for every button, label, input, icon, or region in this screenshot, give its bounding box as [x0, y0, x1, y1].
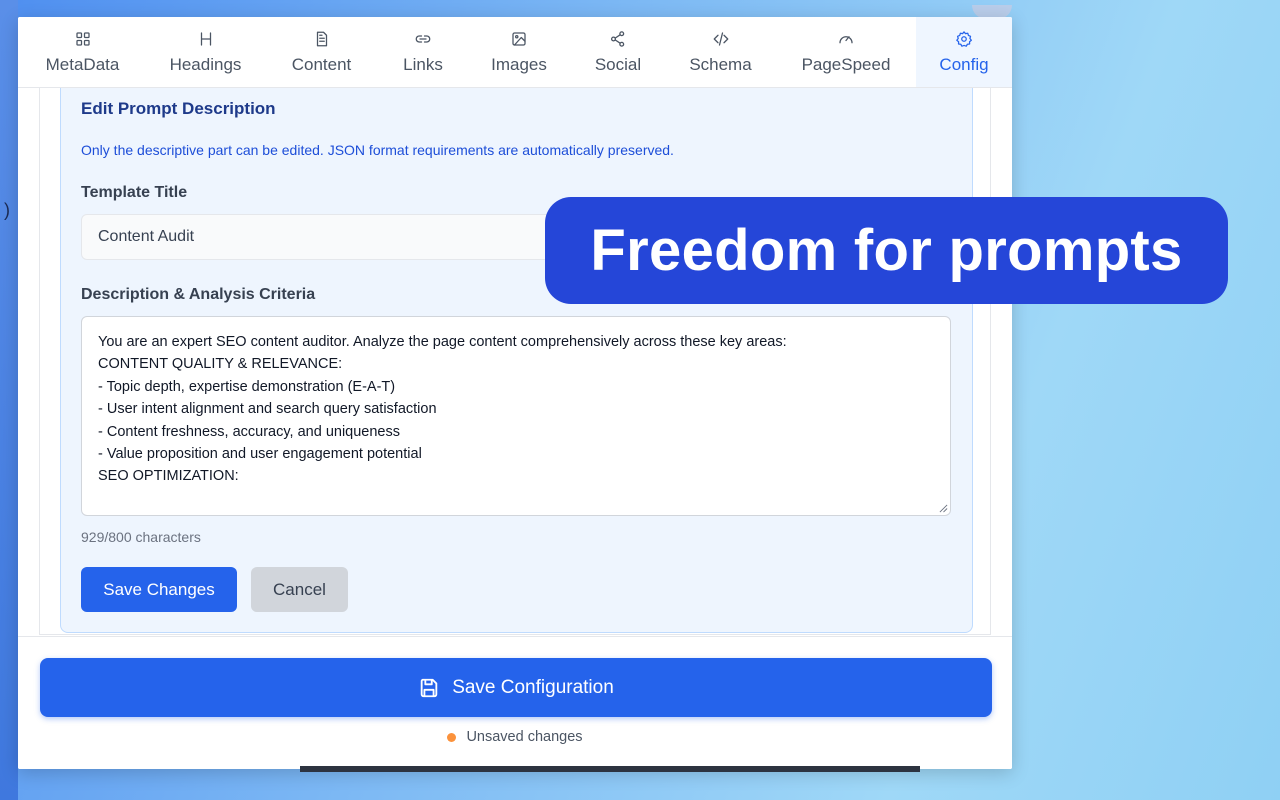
description-line: CONTENT QUALITY & RELEVANCE:	[98, 356, 343, 373]
status-dot-icon	[447, 732, 457, 742]
promo-banner: Freedom for prompts	[545, 197, 1228, 304]
promo-banner-text: Freedom for prompts	[590, 218, 1183, 283]
resize-handle-icon[interactable]	[939, 504, 948, 513]
unsaved-status-text: Unsaved changes	[466, 729, 583, 745]
tab-schema[interactable]: Schema	[665, 17, 776, 87]
save-changes-button[interactable]: Save Changes	[81, 567, 237, 612]
document-icon	[316, 31, 327, 46]
floppy-disk-icon	[420, 678, 438, 697]
description-textarea[interactable]: You are an expert SEO content auditor. A…	[81, 316, 951, 516]
description-label: Description & Analysis Criteria	[81, 286, 316, 303]
save-configuration-label: Save Configuration	[452, 676, 614, 698]
grid-icon	[75, 31, 90, 46]
save-configuration-button[interactable]: Save Configuration	[40, 658, 992, 717]
tab-label: MetaData	[45, 54, 120, 74]
cancel-button[interactable]: Cancel	[251, 567, 348, 612]
tab-label: Links	[403, 54, 443, 74]
gear-icon	[956, 30, 972, 47]
heading-icon	[200, 31, 211, 46]
tab-social[interactable]: Social	[571, 17, 665, 87]
tab-metadata[interactable]: MetaData	[18, 17, 147, 87]
tab-bar: MetaData Headings Content Links Images S…	[18, 17, 1012, 88]
gauge-icon	[839, 35, 853, 43]
config-footer: Save Configuration Unsaved changes	[18, 636, 1012, 769]
tab-links[interactable]: Links	[379, 17, 467, 87]
config-scroll-area[interactable]: Edit Prompt Description Only the descrip…	[18, 88, 1012, 635]
description-line: SEO OPTIMIZATION:	[98, 468, 239, 485]
description-line: - Content freshness, accuracy, and uniqu…	[98, 423, 400, 440]
share-icon	[610, 30, 625, 47]
unsaved-status: Unsaved changes	[18, 729, 1012, 745]
character-count: 929/800 characters	[81, 529, 201, 545]
tab-content[interactable]: Content	[264, 17, 379, 87]
image-icon	[512, 31, 526, 46]
tab-label: Config	[939, 54, 989, 74]
tab-label: PageSpeed	[801, 54, 891, 74]
description-line: - Value proposition and user engagement …	[98, 446, 422, 463]
edit-prompt-title: Edit Prompt Description	[81, 99, 276, 118]
background-window-edge	[300, 766, 920, 772]
tab-label: Schema	[689, 54, 752, 74]
description-line: - Topic depth, expertise demonstration (…	[98, 378, 396, 395]
tab-headings[interactable]: Headings	[147, 17, 264, 87]
tab-label: Headings	[169, 54, 242, 74]
tab-label: Content	[291, 54, 352, 74]
tab-pagespeed[interactable]: PageSpeed	[776, 17, 916, 87]
tab-label: Social	[594, 54, 642, 74]
background-window-strip: )	[0, 0, 18, 800]
background-glyph: )	[4, 200, 10, 220]
seo-extension-panel: MetaData Headings Content Links Images S…	[18, 17, 1012, 769]
description-line: You are an expert SEO content auditor. A…	[98, 334, 787, 350]
edit-prompt-panel: Edit Prompt Description Only the descrip…	[60, 88, 973, 633]
tab-label: Images	[491, 54, 547, 74]
tab-config[interactable]: Config	[916, 17, 1012, 87]
code-icon	[713, 31, 728, 46]
link-icon	[415, 34, 431, 43]
edit-prompt-note: Only the descriptive part can be edited.…	[81, 142, 674, 158]
description-line: - User intent alignment and search query…	[98, 401, 437, 418]
template-title-label: Template Title	[81, 184, 188, 201]
tab-images[interactable]: Images	[467, 17, 571, 87]
